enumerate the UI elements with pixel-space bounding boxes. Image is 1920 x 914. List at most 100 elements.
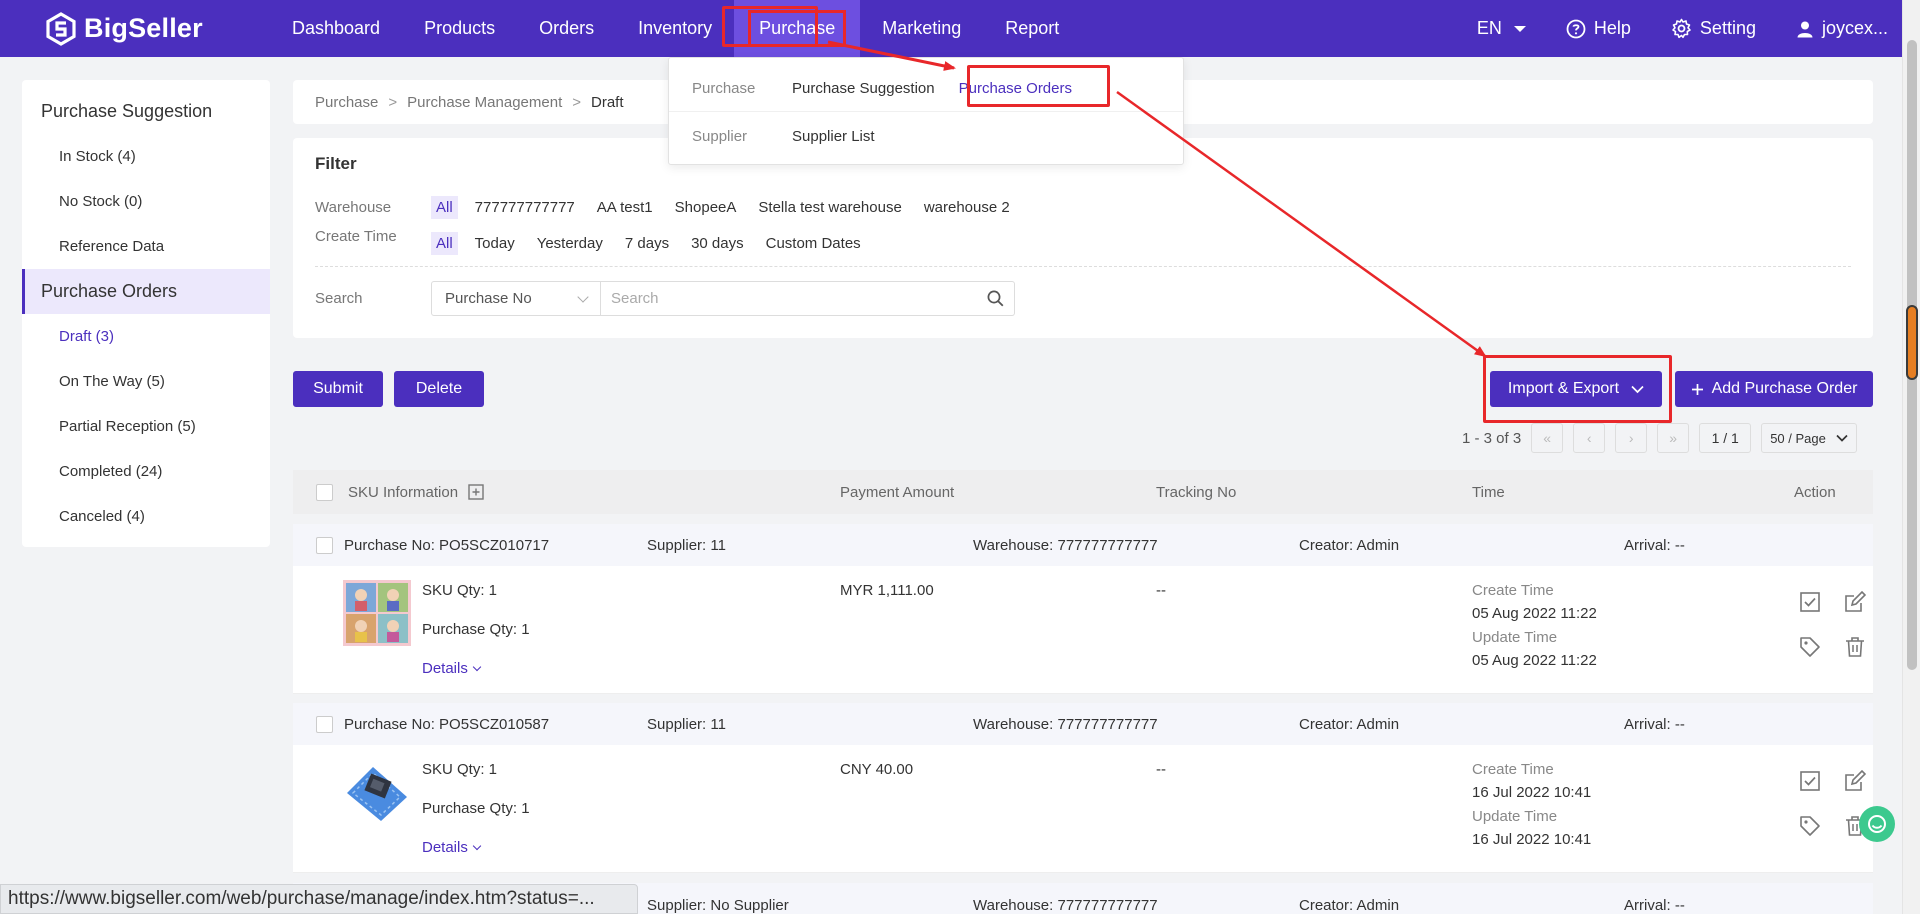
chevron-down-icon <box>472 662 482 672</box>
sidebar-item-no-stock[interactable]: No Stock (0) <box>22 179 270 224</box>
edit-icon[interactable] <box>1844 591 1866 613</box>
submit-button[interactable]: Submit <box>293 371 383 407</box>
order-checkbox[interactable] <box>316 536 333 554</box>
user-menu[interactable]: joycex... <box>1796 18 1888 39</box>
nav-purchase[interactable]: Purchase <box>734 0 861 57</box>
product-photo[interactable] <box>343 580 411 646</box>
first-page-button[interactable]: « <box>1531 423 1564 453</box>
update-time-value: 16 Jul 2022 10:41 <box>1472 831 1592 848</box>
sidebar-item-on-the-way[interactable]: On The Way (5) <box>22 359 270 404</box>
details-label: Details <box>422 839 468 856</box>
nav-orders[interactable]: Orders <box>517 0 616 57</box>
sidebar-group-purchase-orders[interactable]: Purchase Orders <box>22 269 270 314</box>
time-option[interactable]: Today <box>470 232 520 255</box>
warehouse: Warehouse: 777777777777 <box>973 715 1158 733</box>
warehouse-option[interactable]: ShopeeA <box>670 196 742 219</box>
warehouse-option[interactable]: warehouse 2 <box>919 196 1015 219</box>
time-option[interactable]: 7 days <box>620 232 674 255</box>
time-option-all[interactable]: All <box>431 232 458 255</box>
tag-icon[interactable] <box>1799 815 1821 837</box>
user-icon <box>1797 21 1813 37</box>
warehouse-option[interactable]: 777777777777 <box>470 196 580 219</box>
sidebar-item-in-stock[interactable]: In Stock (4) <box>22 134 270 179</box>
search-label: Search <box>315 290 363 307</box>
menu-purchase-suggestion[interactable]: Purchase Suggestion <box>792 80 935 97</box>
dropdown-category-purchase: Purchase <box>692 79 756 97</box>
page-scrollbar[interactable] <box>1902 0 1920 914</box>
nav-inventory[interactable]: Inventory <box>616 0 734 57</box>
arrival: Arrival: -- <box>1624 897 1685 914</box>
order-checkbox[interactable] <box>316 715 333 733</box>
add-purchase-order-label: Add Purchase Order <box>1711 380 1858 397</box>
order-body-row: SKU Qty: 1 Purchase Qty: 1 Details MYR 1… <box>293 566 1873 694</box>
scrollbar-marker <box>1906 305 1918 380</box>
details-toggle[interactable]: Details <box>422 660 482 677</box>
warehouse-option[interactable]: Stella test warehouse <box>753 196 906 219</box>
nav-dashboard[interactable]: Dashboard <box>270 0 402 57</box>
nav-right: EN Help Setting joycex... <box>1477 0 1902 57</box>
search-input[interactable]: Search <box>601 281 1015 316</box>
page-size-select[interactable]: 50 / Page <box>1761 423 1858 453</box>
last-page-button[interactable]: » <box>1657 423 1690 453</box>
chevron-down-icon <box>1631 385 1644 393</box>
dropdown-row-supplier: Supplier Supplier List <box>669 112 1183 160</box>
setting-label: Setting <box>1699 18 1756 38</box>
breadcrumb-purchase-management[interactable]: Purchase Management <box>407 94 562 111</box>
delete-button[interactable]: Delete <box>394 371 484 407</box>
menu-purchase-orders[interactable]: Purchase Orders <box>959 80 1072 97</box>
prev-page-button[interactable]: ‹ <box>1573 423 1606 453</box>
edit-icon[interactable] <box>1844 770 1866 792</box>
table-header: SKU Information Payment Amount Tracking … <box>293 470 1873 514</box>
create-time-label: Create Time <box>1472 582 1554 599</box>
tag-icon[interactable] <box>1799 636 1821 658</box>
confirm-icon[interactable] <box>1799 591 1821 613</box>
setting-link[interactable]: Setting <box>1671 18 1756 39</box>
next-page-button[interactable]: › <box>1615 423 1648 453</box>
time-option[interactable]: Custom Dates <box>761 232 866 255</box>
menu-supplier-list[interactable]: Supplier List <box>792 128 875 145</box>
nav-products[interactable]: Products <box>402 0 517 57</box>
nav-purchase-label: Purchase <box>748 10 847 47</box>
trash-icon[interactable] <box>1844 636 1866 658</box>
nav-report[interactable]: Report <box>983 0 1081 57</box>
search-icon[interactable] <box>987 290 1004 307</box>
warehouse-option[interactable]: AA test1 <box>592 196 658 219</box>
details-toggle[interactable]: Details <box>422 839 482 856</box>
breadcrumb-purchase[interactable]: Purchase <box>315 94 378 111</box>
arrival: Arrival: -- <box>1624 536 1685 554</box>
update-time-value: 05 Aug 2022 11:22 <box>1472 652 1597 669</box>
page-input[interactable]: 1 / 1 <box>1699 423 1752 453</box>
tracking-no: -- <box>1156 582 1166 599</box>
nav-marketing[interactable]: Marketing <box>860 0 983 57</box>
breadcrumb-draft: Draft <box>591 93 624 111</box>
chat-support-button[interactable] <box>1859 806 1895 842</box>
browser-status-bar: https://www.bigseller.com/web/purchase/m… <box>0 884 638 914</box>
logo[interactable]: BigSeller <box>44 11 270 46</box>
purchase-dropdown-menu: Purchase Purchase Suggestion Purchase Or… <box>668 57 1184 165</box>
time-option[interactable]: 30 days <box>686 232 749 255</box>
header-payment-amount: Payment Amount <box>840 483 955 501</box>
sidebar-item-canceled[interactable]: Canceled (4) <box>22 494 270 539</box>
product-photo[interactable] <box>343 759 411 825</box>
add-purchase-order-button[interactable]: Add Purchase Order <box>1675 371 1873 407</box>
search-type-select[interactable]: Purchase No <box>431 281 601 316</box>
help-label: Help <box>1593 18 1631 38</box>
sidebar-group-purchase-suggestion[interactable]: Purchase Suggestion <box>22 89 270 134</box>
creator: Creator: Admin <box>1299 897 1400 914</box>
time-option[interactable]: Yesterday <box>532 232 608 255</box>
warehouse-option-all[interactable]: All <box>431 196 458 219</box>
import-export-button[interactable]: Import & Export <box>1490 371 1662 407</box>
language-select[interactable]: EN <box>1477 18 1526 39</box>
sidebar-item-completed[interactable]: Completed (24) <box>22 449 270 494</box>
select-all-checkbox[interactable] <box>316 483 333 501</box>
confirm-icon[interactable] <box>1799 770 1821 792</box>
search-type-value: Purchase No <box>445 290 532 307</box>
sku-qty: SKU Qty: 1 <box>422 582 498 599</box>
expand-all-icon[interactable] <box>468 484 484 500</box>
search-row: Search Purchase No Search <box>315 281 1015 316</box>
sidebar-item-draft[interactable]: Draft (3) <box>22 314 270 359</box>
help-link[interactable]: Help <box>1566 18 1631 39</box>
chevron-down-icon <box>472 841 482 851</box>
sidebar-item-partial-reception[interactable]: Partial Reception (5) <box>22 404 270 449</box>
sidebar-item-reference-data[interactable]: Reference Data <box>22 224 270 269</box>
